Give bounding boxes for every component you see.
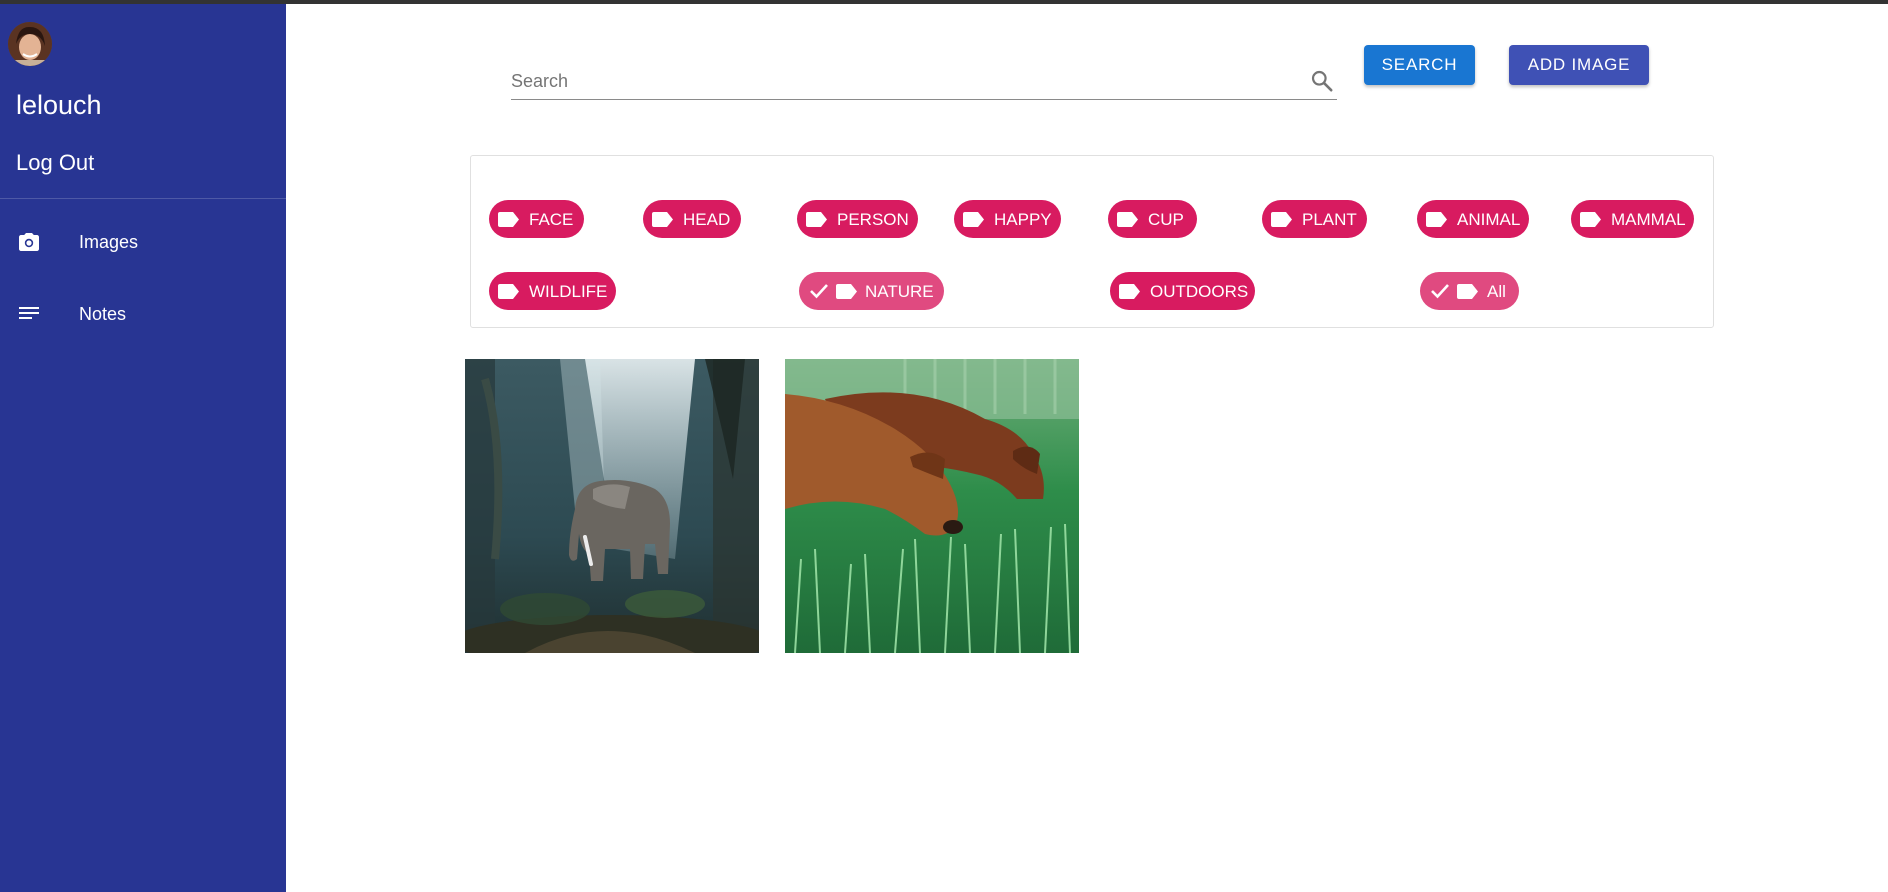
username: lelouch bbox=[16, 90, 102, 120]
tag-chip-label: CUP bbox=[1148, 210, 1184, 229]
tag-icon bbox=[1117, 212, 1138, 227]
sidebar-divider bbox=[0, 198, 286, 199]
tag-chip-label: ANIMAL bbox=[1457, 210, 1521, 229]
tag-chip-face[interactable]: FACE bbox=[489, 200, 584, 238]
tag-chip-label: All bbox=[1487, 282, 1506, 301]
tag-icon bbox=[498, 212, 519, 227]
tag-icon bbox=[963, 212, 984, 227]
tag-chip-label: OUTDOORS bbox=[1150, 282, 1249, 301]
tag-chip-happy[interactable]: HAPPY bbox=[954, 200, 1061, 238]
notes-icon bbox=[19, 307, 39, 319]
check-icon bbox=[810, 284, 828, 299]
tag-chip-outdoors[interactable]: OUTDOORS bbox=[1110, 272, 1255, 310]
user-avatar[interactable] bbox=[8, 22, 52, 66]
image-tile-elephant[interactable] bbox=[465, 359, 759, 653]
tag-chip-animal[interactable]: ANIMAL bbox=[1417, 200, 1529, 238]
tag-icon bbox=[1426, 212, 1447, 227]
add-image-button[interactable]: ADD IMAGE bbox=[1509, 45, 1649, 85]
sidebar: lelouch Log Out Images Notes bbox=[0, 4, 286, 892]
tag-chip-label: WILDLIFE bbox=[529, 282, 608, 301]
tag-icon bbox=[806, 212, 827, 227]
tag-chip-mammal[interactable]: MAMMAL bbox=[1571, 200, 1694, 238]
tag-chip-head[interactable]: HEAD bbox=[643, 200, 741, 238]
tag-chip-all[interactable]: All bbox=[1420, 272, 1519, 310]
tag-icon bbox=[1457, 284, 1478, 299]
tag-chip-label: MAMMAL bbox=[1611, 210, 1686, 229]
tag-chip-nature[interactable]: NATURE bbox=[799, 272, 944, 310]
tag-icon bbox=[836, 284, 857, 299]
search-button[interactable]: SEARCH bbox=[1364, 45, 1475, 85]
tag-chip-plant[interactable]: PLANT bbox=[1262, 200, 1367, 238]
camera-icon bbox=[19, 233, 39, 251]
tag-icon bbox=[1119, 284, 1140, 299]
tag-chip-label: HEAD bbox=[683, 210, 731, 229]
tag-chip-label: FACE bbox=[529, 210, 574, 229]
tag-icon bbox=[498, 284, 519, 299]
sidebar-item-label: Images bbox=[79, 232, 139, 252]
sidebar-item-images[interactable]: Images bbox=[0, 212, 286, 272]
image-tile-dogs[interactable] bbox=[785, 359, 1079, 653]
check-icon bbox=[1431, 284, 1449, 299]
elephant-photo bbox=[465, 359, 759, 653]
tag-chip-person[interactable]: PERSON bbox=[797, 200, 918, 238]
tag-icon bbox=[652, 212, 673, 227]
search-input[interactable] bbox=[511, 66, 1291, 96]
logout-link[interactable]: Log Out bbox=[16, 150, 94, 176]
tag-chip-label: NATURE bbox=[865, 282, 934, 301]
tag-filter-panel bbox=[470, 155, 1714, 328]
tag-chip-cup[interactable]: CUP bbox=[1108, 200, 1197, 238]
tag-icon bbox=[1580, 212, 1601, 227]
sidebar-item-label: Notes bbox=[79, 304, 127, 324]
dogs-photo bbox=[785, 359, 1079, 653]
tag-icon bbox=[1271, 212, 1292, 227]
sidebar-item-notes[interactable]: Notes bbox=[0, 284, 286, 344]
tag-chip-wildlife[interactable]: WILDLIFE bbox=[489, 272, 616, 310]
tag-chip-label: HAPPY bbox=[994, 210, 1052, 229]
search-field bbox=[511, 62, 1337, 100]
tag-chip-label: PLANT bbox=[1302, 210, 1357, 229]
tag-chip-label: PERSON bbox=[837, 210, 909, 229]
search-icon[interactable] bbox=[1309, 68, 1335, 94]
